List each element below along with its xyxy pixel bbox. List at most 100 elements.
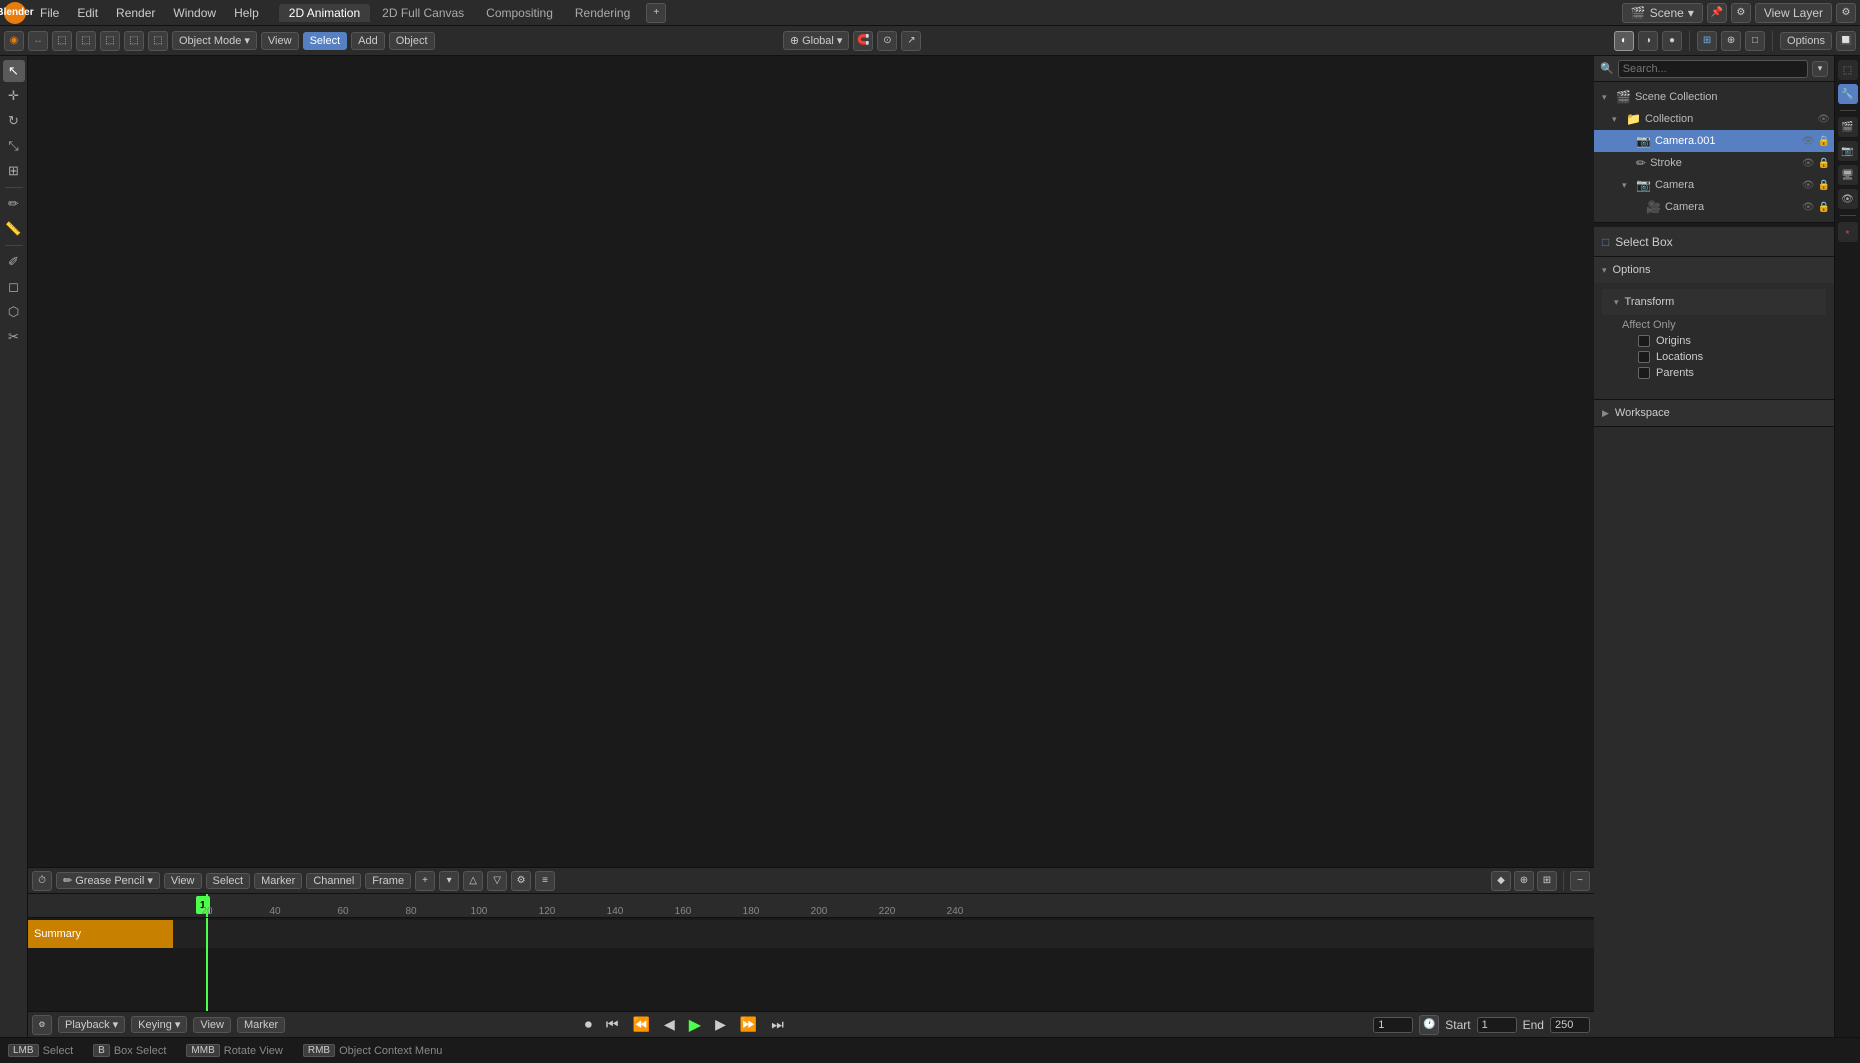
toolbar-icon-4[interactable]: ⬚ <box>124 31 144 51</box>
outliner-filter-icon[interactable]: ▾ <box>1812 61 1828 77</box>
overlay-toggle[interactable]: ⊞ <box>1697 31 1717 51</box>
tool-select[interactable]: ↖ <box>3 60 25 82</box>
outliner-search-input[interactable] <box>1618 60 1808 78</box>
toolbar-icon-3[interactable]: ⬚ <box>100 31 120 51</box>
btn-step-next[interactable]: ▶ <box>711 1014 730 1035</box>
camchild-vis[interactable]: 👁 <box>1802 202 1815 213</box>
btn-jump-end[interactable]: ⏭ <box>767 1014 788 1035</box>
tl-filter-type-icon[interactable]: ⊞ <box>1537 871 1557 891</box>
tl-select-btn[interactable]: Select <box>206 873 251 889</box>
tl-down-icon[interactable]: ▽ <box>487 871 507 891</box>
current-frame-input[interactable] <box>1373 1017 1413 1033</box>
options-header[interactable]: ▾ Options <box>1594 257 1834 283</box>
tool-annotate[interactable]: ✏ <box>3 193 25 215</box>
tl-marker-playback[interactable]: Marker <box>237 1017 285 1033</box>
object-menu[interactable]: Object <box>389 32 435 50</box>
camgrp-restrict[interactable]: 🔒 <box>1818 180 1830 191</box>
tree-camera-child[interactable]: 🎥 Camera 👁 🔒 <box>1594 196 1834 218</box>
scene-pin-button[interactable]: 📌 <box>1707 3 1727 23</box>
tl-up-icon[interactable]: △ <box>463 871 483 891</box>
origins-checkbox[interactable] <box>1638 335 1650 347</box>
menu-file[interactable]: File <box>32 4 67 22</box>
tl-view-btn[interactable]: View <box>164 873 202 889</box>
view-layer-button[interactable]: View Layer <box>1755 3 1832 23</box>
btn-step-prev[interactable]: ◀ <box>660 1014 679 1035</box>
tool-rotate[interactable]: ↻ <box>3 110 25 132</box>
snap-icon[interactable]: 🧲 <box>853 31 873 51</box>
tool-measure[interactable]: 📏 <box>3 218 25 240</box>
tl-view-playback[interactable]: View <box>193 1017 231 1033</box>
camgrp-vis[interactable]: 👁 <box>1802 180 1815 191</box>
menu-help[interactable]: Help <box>226 4 267 22</box>
btn-step-back[interactable]: ⏪ <box>629 1014 654 1035</box>
select-menu[interactable]: Select <box>303 32 348 50</box>
pivot-dropdown[interactable]: ⊕ Global ▾ <box>783 31 850 50</box>
tree-camera001[interactable]: 📷 Camera.001 👁 🔒 <box>1594 130 1834 152</box>
scene-dropdown[interactable]: 🎬 Scene ▾ <box>1622 3 1703 23</box>
view-menu[interactable]: View <box>261 32 299 50</box>
tool-draw[interactable]: ✐ <box>3 251 25 273</box>
tool-eraser[interactable]: ◻ <box>3 276 25 298</box>
xray-toggle[interactable]: □ <box>1745 31 1765 51</box>
frame-fps-icon[interactable]: 🕐 <box>1419 1015 1439 1035</box>
grease-pencil-dropdown[interactable]: ✏ Grease Pencil ▾ <box>56 872 160 889</box>
rpanel-scene-icon[interactable]: 🎬 <box>1838 117 1858 137</box>
tl-onion-icon[interactable]: ⊕ <box>1514 871 1534 891</box>
workspace-header[interactable]: ▶ Workspace <box>1594 400 1834 426</box>
tl-curve-icon[interactable]: ~ <box>1570 871 1590 891</box>
tl-channel-btn[interactable]: Channel <box>306 873 361 889</box>
toolbar-icon-5[interactable]: ⬚ <box>148 31 168 51</box>
playback-dropdown[interactable]: Playback ▾ <box>58 1016 125 1033</box>
cam001-restrict[interactable]: 🔒 <box>1818 136 1830 147</box>
viewport-shading-rendered[interactable]: ● <box>1662 31 1682 51</box>
tool-move[interactable]: ✛ <box>3 85 25 107</box>
tab-2d-animation[interactable]: 2D Animation <box>279 4 370 22</box>
view-layer-settings[interactable]: ⚙ <box>1836 3 1856 23</box>
add-menu[interactable]: Add <box>351 32 385 50</box>
tab-compositing[interactable]: Compositing <box>476 4 563 22</box>
toolbar-icon-1[interactable]: ⬚ <box>52 31 72 51</box>
gizmo-toggle[interactable]: ⊕ <box>1721 31 1741 51</box>
add-workspace-button[interactable]: + <box>646 3 666 23</box>
camchild-restrict[interactable]: 🔒 <box>1818 202 1830 213</box>
tree-scene-collection[interactable]: ▾ 🎬 Scene Collection <box>1594 86 1834 108</box>
keying-dropdown[interactable]: Keying ▾ <box>131 1016 187 1033</box>
btn-jump-start[interactable]: ⏮ <box>602 1014 623 1035</box>
object-mode-dropdown[interactable]: Object Mode ▾ <box>172 31 257 50</box>
transform-header[interactable]: ▾ Transform <box>1602 289 1826 315</box>
tab-rendering[interactable]: Rendering <box>565 4 640 22</box>
tree-collection[interactable]: ▾ 📁 Collection 👁 <box>1594 108 1834 130</box>
toolbar-icon-2[interactable]: ⬚ <box>76 31 96 51</box>
play-settings-icon[interactable]: ⚙ <box>32 1015 52 1035</box>
parents-checkbox[interactable] <box>1638 367 1650 379</box>
rpanel-object-icon[interactable]: ⬚ <box>1838 60 1858 80</box>
menu-edit[interactable]: Edit <box>69 4 106 22</box>
tab-2d-full-canvas[interactable]: 2D Full Canvas <box>372 4 474 22</box>
tool-modes-icon[interactable]: ◉ <box>4 31 24 51</box>
viewport-shading-material[interactable]: ◑ <box>1638 31 1658 51</box>
cam001-vis[interactable]: 👁 <box>1802 136 1815 147</box>
transform-move-icon[interactable]: ↔ <box>28 31 48 51</box>
col-vis-1[interactable]: 👁 <box>1817 114 1830 125</box>
tl-filter-icon[interactable]: ▾ <box>439 871 459 891</box>
editor-type-icon[interactable]: 🔲 <box>1836 31 1856 51</box>
tool-transform[interactable]: ⊞ <box>3 160 25 182</box>
menu-render[interactable]: Render <box>108 4 163 22</box>
scene-settings-button[interactable]: ⚙ <box>1731 3 1751 23</box>
rpanel-output-icon[interactable]: 🖥 <box>1838 165 1858 185</box>
tl-add-btn[interactable]: + <box>415 871 435 891</box>
tl-more-icon[interactable]: ≡ <box>535 871 555 891</box>
viewport-shading-solid[interactable]: ◐ <box>1614 31 1634 51</box>
tl-marker-btn[interactable]: Marker <box>254 873 302 889</box>
btn-play[interactable]: ▶ <box>685 1013 705 1037</box>
end-frame-input[interactable] <box>1550 1017 1590 1033</box>
stroke-restrict[interactable]: 🔒 <box>1818 158 1830 169</box>
locations-checkbox[interactable] <box>1638 351 1650 363</box>
tool-scale[interactable]: ⤡ <box>3 135 25 157</box>
rpanel-render-icon[interactable]: 📷 <box>1838 141 1858 161</box>
stroke-vis[interactable]: 👁 <box>1802 158 1815 169</box>
tl-settings-icon[interactable]: ⚙ <box>511 871 531 891</box>
tl-keyframe-icon[interactable]: ◆ <box>1491 871 1511 891</box>
transform-orientation-icon[interactable]: ↗ <box>901 31 921 51</box>
btn-record[interactable]: ⏺ <box>581 1014 596 1035</box>
